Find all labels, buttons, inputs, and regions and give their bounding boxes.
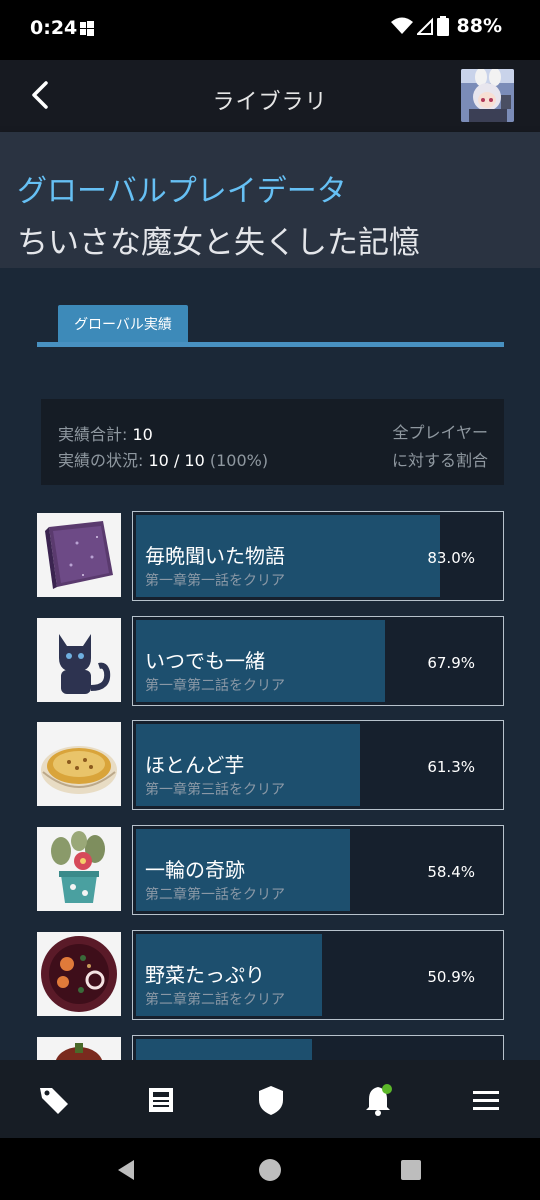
content-area[interactable]: グローバル実績 実績合計: 10 実績の状況: 10 / 10 (100%) 全… [0,268,540,1060]
status-icons: 88% [390,15,502,37]
summary-total-label: 実績合計: [58,425,128,444]
title-banner: グローバルプレイデータ ちいさな魔女と失くした記憶 [0,132,540,268]
vegetable-soup-icon [37,932,121,1016]
tag-icon[interactable] [36,1082,72,1118]
tab-underline [37,342,504,347]
achievement-percent: 50.9% [427,968,475,986]
summary-right-line2: に対する割合 [391,451,488,470]
windows-icon [80,21,94,36]
tab-global-achievements[interactable]: グローバル実績 [58,305,188,343]
menu-icon[interactable] [468,1082,504,1118]
summary-status-percent: (100%) [209,451,269,470]
achievement-row[interactable]: いつでも一緒 第一章第二話をクリア 67.9% [37,616,504,706]
achievement-icon [37,1037,121,1060]
achievement-name: 野菜たっぷり [145,963,265,987]
status-time: 0:24 [30,17,78,39]
achievement-name: 一輪の奇跡 [145,858,245,882]
achievement-name: いつでも一緒 [145,649,265,673]
achievement-card [132,1035,504,1060]
achievement-percent: 61.3% [427,758,475,776]
bell-icon[interactable] [360,1082,396,1118]
summary-status-value: 10 / 10 [148,451,205,470]
achievement-row[interactable]: 野菜たっぷり 第二章第二話をクリア 50.9% [37,930,504,1020]
avatar[interactable] [461,69,514,122]
achievement-name: 毎晩聞いた物語 [145,544,285,568]
battery-percent: 88% [456,15,502,37]
achievement-description: 第一章第三話をクリア [145,782,285,798]
achievement-row[interactable]: 毎晩聞いた物語 第一章第一話をクリア 83.0% [37,511,504,601]
achievement-row[interactable]: 一輪の奇跡 第二章第一話をクリア 58.4% [37,825,504,915]
achievement-description: 第一章第一話をクリア [145,573,285,589]
game-title: ちいさな魔女と失くした記憶 [17,225,420,261]
system-back-icon[interactable] [114,1158,138,1182]
shield-icon[interactable] [253,1082,289,1118]
achievement-summary: 実績合計: 10 実績の状況: 10 / 10 (100%) 全プレイヤー に対… [41,399,504,485]
summary-column-header: 全プレイヤー に対する割合 [392,419,488,475]
summary-total: 実績合計: 10 [58,421,153,445]
summary-status-label: 実績の状況: [58,451,144,470]
app-header: ライブラリ [0,60,540,132]
summary-right-line1: 全プレイヤー [392,423,488,442]
achievement-percent: 83.0% [427,549,475,567]
achievement-percent: 67.9% [427,654,475,672]
achievement-description: 第二章第一話をクリア [145,887,285,903]
achievement-description: 第二章第二話をクリア [145,992,285,1008]
achievement-card: 毎晩聞いた物語 第一章第一話をクリア 83.0% [132,511,504,601]
system-home-icon[interactable] [257,1157,283,1183]
signal-icon [416,17,433,35]
wifi-icon [390,17,413,34]
section-heading: グローバルプレイデータ [17,174,347,209]
gratin-dish-icon [37,722,121,806]
achievement-row[interactable]: ほとんど芋 第一章第三話をクリア 61.3% [37,720,504,810]
purple-book-icon [37,513,121,597]
achievement-description: 第一章第二話をクリア [145,678,285,694]
bottom-nav [0,1060,540,1138]
news-icon[interactable] [143,1082,179,1118]
achievement-card: 一輪の奇跡 第二章第一話をクリア 58.4% [132,825,504,915]
summary-total-value: 10 [132,425,153,444]
achievement-card: いつでも一緒 第一章第二話をクリア 67.9% [132,616,504,706]
achievement-progress-bar [136,1039,312,1060]
battery-icon [436,16,449,36]
system-nav-bar [0,1138,540,1200]
summary-status: 実績の状況: 10 / 10 (100%) [58,447,268,471]
status-bar: 0:24 88% [0,0,540,60]
system-recents-icon[interactable] [400,1159,422,1181]
achievement-card: ほとんど芋 第一章第三話をクリア 61.3% [132,720,504,810]
achievement-row-partial[interactable] [37,1035,504,1060]
achievement-percent: 58.4% [427,863,475,881]
achievement-name: ほとんど芋 [145,753,245,777]
achievement-card: 野菜たっぷり 第二章第二話をクリア 50.9% [132,930,504,1020]
page-title: ライブラリ [212,90,328,115]
flower-pot-icon [37,827,121,911]
black-cat-icon [37,618,121,702]
